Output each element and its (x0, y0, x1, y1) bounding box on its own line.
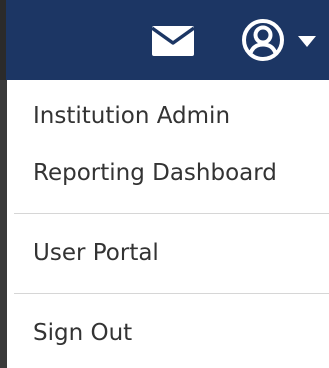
menu-divider (14, 213, 329, 214)
account-dropdown-menu: Institution Admin Reporting Dashboard Us… (0, 80, 329, 368)
menu-item-institution-admin[interactable]: Institution Admin (33, 101, 230, 131)
envelope-icon (150, 26, 196, 56)
top-navbar (0, 0, 329, 80)
menu-divider (14, 293, 329, 294)
menu-item-reporting-dashboard[interactable]: Reporting Dashboard (33, 158, 277, 188)
menu-item-user-portal[interactable]: User Portal (33, 238, 159, 268)
menu-item-sign-out[interactable]: Sign Out (33, 318, 132, 348)
messages-button[interactable] (150, 26, 196, 56)
user-circle-icon (242, 19, 284, 61)
caret-down-icon (298, 36, 316, 47)
account-menu-toggle[interactable] (236, 18, 328, 62)
